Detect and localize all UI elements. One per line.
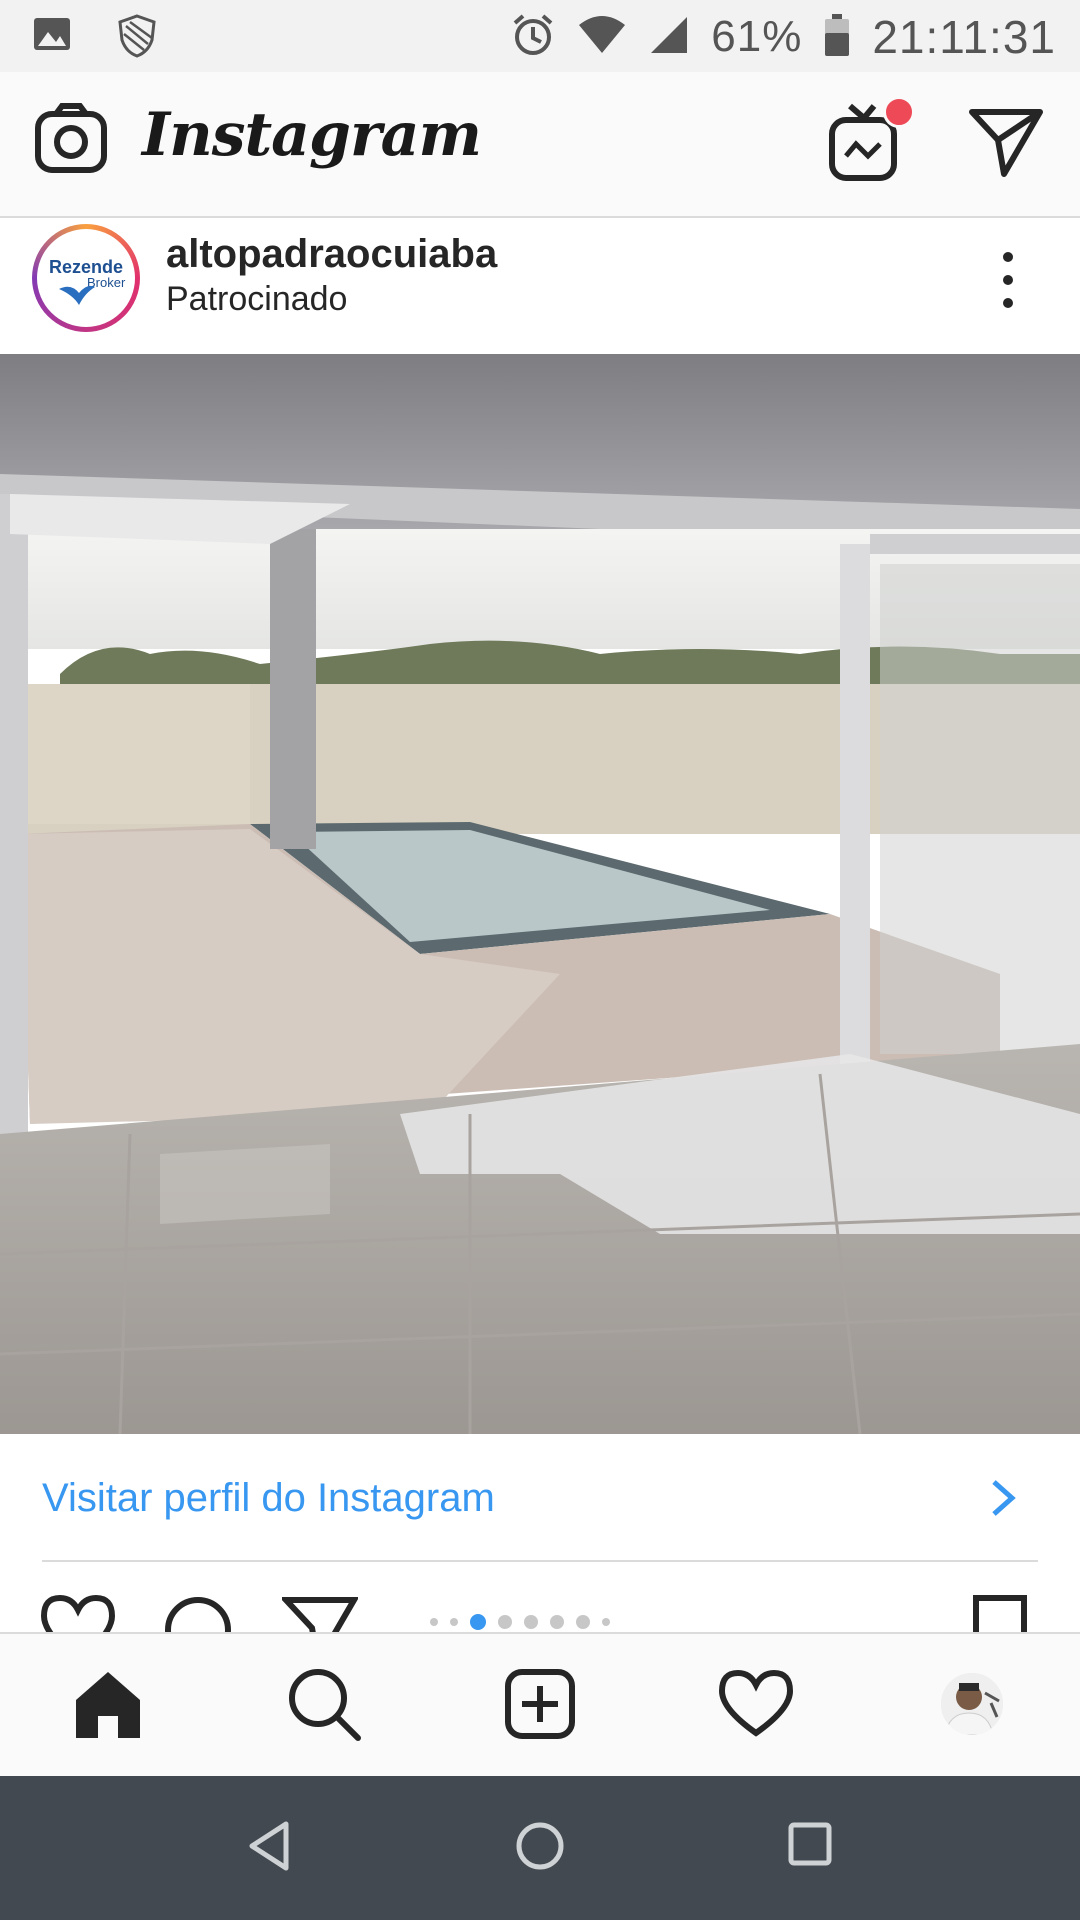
- clock: 21:11:31: [872, 11, 1056, 63]
- carousel-dot: [524, 1615, 538, 1629]
- more-options-icon[interactable]: [996, 252, 1020, 312]
- like-icon[interactable]: [40, 1594, 116, 1632]
- bottom-tab-bar: [0, 1632, 1080, 1778]
- carousel-dot: [602, 1618, 610, 1626]
- visit-profile-cta[interactable]: Visitar perfil do Instagram: [0, 1434, 1080, 1562]
- post-username[interactable]: altopadraocuiaba: [166, 232, 497, 277]
- system-nav-bar: [0, 1776, 1080, 1920]
- tab-new-post[interactable]: [500, 1664, 580, 1744]
- battery-icon: [824, 13, 850, 62]
- search-icon: [289, 1669, 361, 1741]
- alarm-icon: [511, 13, 555, 62]
- direct-message-icon[interactable]: [968, 106, 1044, 183]
- heart-icon: [718, 1669, 794, 1737]
- home-icon: [76, 1672, 140, 1738]
- carousel-dot: [430, 1618, 438, 1626]
- carousel-indicator: [430, 1614, 610, 1630]
- shield-icon: [116, 14, 158, 63]
- save-icon[interactable]: [970, 1594, 1030, 1632]
- wifi-icon: [577, 15, 627, 60]
- carousel-dot: [576, 1615, 590, 1629]
- post-image[interactable]: [0, 354, 1080, 1434]
- bird-logo-icon: [59, 285, 95, 305]
- signal-icon: [649, 15, 689, 60]
- notification-dot: [883, 96, 915, 128]
- carousel-dot: [498, 1615, 512, 1629]
- carousel-dot-active: [470, 1614, 486, 1630]
- igtv-icon[interactable]: [828, 96, 915, 189]
- share-icon[interactable]: [279, 1594, 360, 1632]
- status-bar: 61% 21:11:31: [0, 0, 1080, 72]
- sponsored-label: Patrocinado: [166, 280, 348, 318]
- home-nav-icon[interactable]: [514, 1820, 566, 1877]
- chevron-right-icon: [990, 1478, 1016, 1523]
- avatar-image: Rezende Broker: [37, 229, 135, 327]
- carousel-dot: [550, 1615, 564, 1629]
- post-avatar[interactable]: Rezende Broker: [32, 224, 140, 332]
- back-icon[interactable]: [246, 1820, 294, 1877]
- add-post-icon: [505, 1669, 575, 1739]
- carousel-dot: [450, 1618, 458, 1626]
- tab-search[interactable]: [284, 1664, 364, 1744]
- post-actions: [0, 1564, 1080, 1632]
- app-header: Instagram: [0, 72, 1080, 218]
- visit-profile-link[interactable]: Visitar perfil do Instagram: [42, 1476, 495, 1521]
- profile-avatar: [939, 1671, 1005, 1737]
- tab-home[interactable]: [68, 1664, 148, 1744]
- post-header: Rezende Broker altopadraocuiaba Patrocin…: [0, 218, 1080, 354]
- comment-icon[interactable]: [162, 1594, 238, 1632]
- battery-percent: 61%: [711, 12, 803, 61]
- recents-icon[interactable]: [786, 1820, 834, 1873]
- tab-activity[interactable]: [716, 1664, 796, 1744]
- gallery-icon: [32, 14, 72, 63]
- camera-icon[interactable]: [34, 102, 108, 181]
- tab-profile[interactable]: [932, 1664, 1012, 1744]
- divider: [42, 1560, 1038, 1562]
- house-pool-photo: [0, 354, 1080, 1434]
- app-logo: Instagram: [142, 100, 482, 170]
